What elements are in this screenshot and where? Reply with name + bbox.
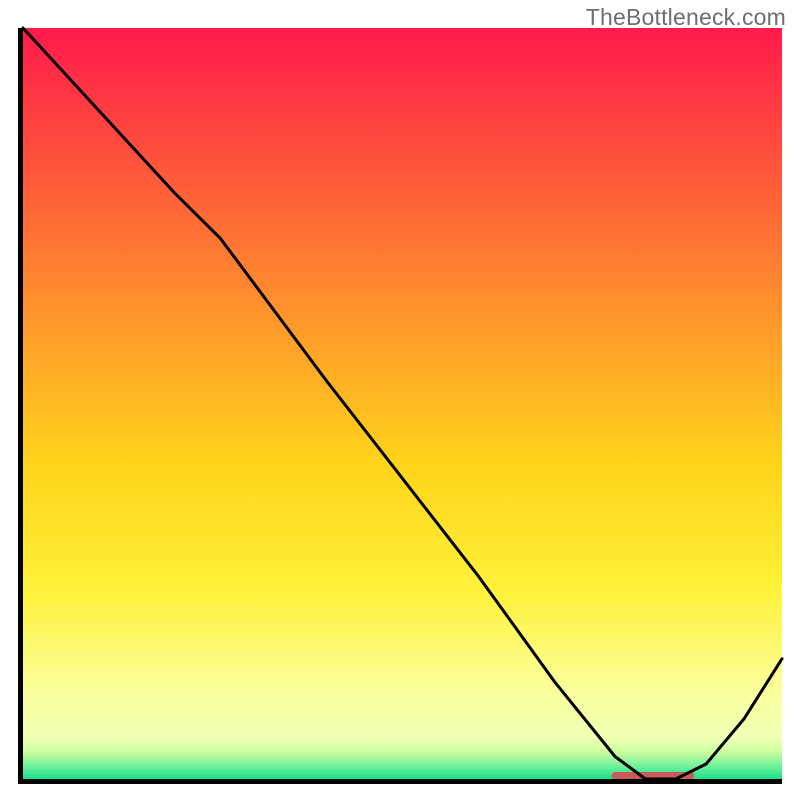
axes-frame [18, 28, 782, 784]
chart-stage: TheBottleneck.com [0, 0, 800, 800]
watermark-text: TheBottleneck.com [586, 4, 786, 31]
